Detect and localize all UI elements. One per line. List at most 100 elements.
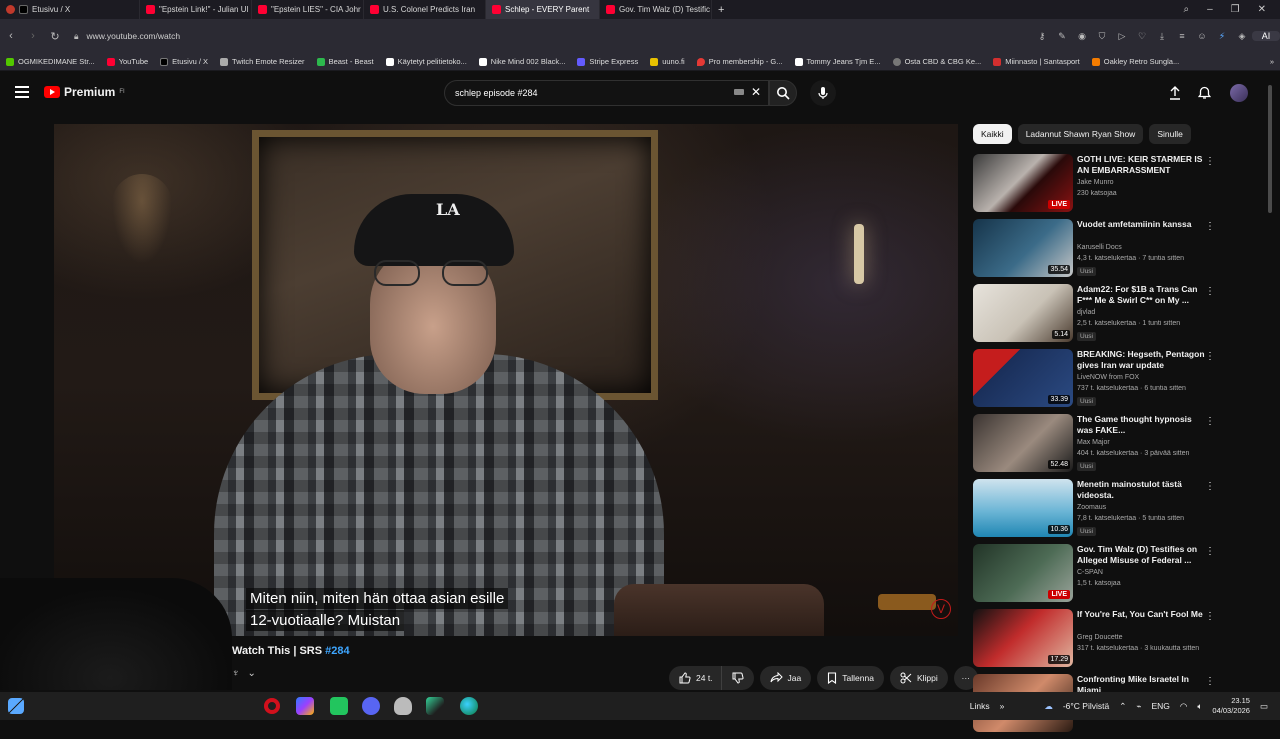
browser-tab[interactable]: Gov. Tim Walz (D) Testific bbox=[600, 0, 712, 19]
episode-hashtag[interactable]: #284 bbox=[325, 645, 349, 657]
opera-taskbar-icon[interactable] bbox=[264, 698, 280, 714]
ai-button[interactable]: AI bbox=[1252, 31, 1280, 41]
channel-name[interactable]: Karuselli Docs bbox=[1077, 244, 1122, 251]
notification-icon[interactable]: ▭ bbox=[1260, 701, 1268, 712]
bookmark[interactable]: Käytetyt pelitietoko... bbox=[380, 57, 473, 66]
channel-name[interactable]: Zoomaus bbox=[1077, 504, 1106, 511]
search-button[interactable] bbox=[769, 80, 797, 106]
video-title[interactable]: Adam22: For $1B a Trans Can F*** Me & Sw… bbox=[1077, 284, 1207, 306]
chip-for-you[interactable]: Sinulle bbox=[1149, 124, 1191, 144]
app-icon[interactable] bbox=[394, 697, 412, 715]
recommendation-item[interactable]: LIVE GOTH LIVE: KEIR STARMER IS AN EMBARR… bbox=[973, 154, 1218, 219]
channel-name[interactable]: djvlad bbox=[1077, 309, 1095, 316]
cube-icon[interactable]: ◈ bbox=[1232, 31, 1252, 42]
url-field[interactable]: 🔒︎ www.youtube.com/watch bbox=[74, 25, 994, 47]
bookmark[interactable]: Etusivu / X bbox=[154, 57, 214, 66]
menu-icon[interactable] bbox=[15, 86, 29, 98]
bookmark[interactable]: Nike Mind 002 Black... bbox=[473, 57, 572, 66]
video-thumbnail[interactable]: 52.48 bbox=[973, 414, 1073, 472]
bookmarks-overflow-icon[interactable]: » bbox=[1264, 57, 1280, 66]
minimize-icon[interactable]: – bbox=[1207, 4, 1213, 15]
recommendation-item[interactable]: LIVE Gov. Tim Walz (D) Testifies on Alleg… bbox=[973, 544, 1218, 609]
bell-icon[interactable] bbox=[1195, 84, 1213, 102]
video-player[interactable]: LA V bbox=[54, 124, 958, 636]
copilot-icon[interactable] bbox=[296, 697, 314, 715]
video-title[interactable]: If You're Fat, You Can't Fool Me bbox=[1077, 609, 1207, 620]
recommendation-item[interactable]: 52.48 The Game thought hypnosis was FAKE.… bbox=[973, 414, 1218, 479]
video-thumbnail[interactable]: 5.14 bbox=[973, 284, 1073, 342]
tab-search-icon[interactable]: ⌕ bbox=[1183, 4, 1189, 15]
more-vert-icon[interactable]: ⋮ bbox=[1205, 351, 1215, 362]
more-vert-icon[interactable]: ⋮ bbox=[1205, 676, 1215, 687]
bookmark[interactable]: Stripe Express bbox=[571, 57, 644, 66]
wifi-icon[interactable]: ◠ bbox=[1180, 701, 1187, 712]
close-window-icon[interactable]: ✕ bbox=[1258, 4, 1266, 15]
more-vert-icon[interactable]: ⋮ bbox=[1205, 481, 1215, 492]
youtube-logo[interactable]: Premium FI bbox=[44, 85, 125, 99]
bookmark[interactable]: Tommy Jeans Tjm E... bbox=[789, 57, 887, 66]
menu-list-icon[interactable]: ≡ bbox=[1172, 31, 1192, 41]
share-button[interactable]: Jaa bbox=[759, 666, 812, 690]
recommendation-item[interactable]: 33.39 BREAKING: Hegseth, Pentagon gives I… bbox=[973, 349, 1218, 414]
voice-search-button[interactable] bbox=[810, 80, 836, 106]
channel-icon[interactable]: ♆ bbox=[232, 668, 240, 679]
play-icon[interactable]: ▷ bbox=[1112, 31, 1132, 42]
search-input[interactable]: schlep episode #284 ✕ bbox=[444, 80, 769, 106]
video-thumbnail[interactable]: 10.36 bbox=[973, 479, 1073, 537]
more-vert-icon[interactable]: ⋮ bbox=[1205, 546, 1215, 557]
recommendation-item[interactable]: 10.36 Menetin mainostulot tästä videosta.… bbox=[973, 479, 1218, 544]
chevron-up-icon[interactable]: ⌃ bbox=[1119, 701, 1126, 712]
page-scrollbar[interactable] bbox=[1268, 85, 1274, 685]
video-title[interactable]: Gov. Tim Walz (D) Testifies on Alleged M… bbox=[1077, 544, 1207, 566]
channel-name[interactable]: Max Major bbox=[1077, 439, 1110, 446]
keyboard-icon[interactable] bbox=[734, 89, 744, 95]
back-icon[interactable]: ‹ bbox=[0, 30, 22, 42]
camera-icon[interactable]: ◉ bbox=[1072, 31, 1092, 42]
like-button[interactable]: 24 t. bbox=[669, 666, 722, 690]
clear-search-icon[interactable]: ✕ bbox=[751, 85, 761, 99]
video-thumbnail[interactable]: LIVE bbox=[973, 544, 1073, 602]
more-vert-icon[interactable]: ⋮ bbox=[1205, 416, 1215, 427]
channel-name[interactable]: LiveNOW from FOX bbox=[1077, 374, 1139, 381]
extension-icon[interactable]: ⚡︎ bbox=[1212, 31, 1232, 42]
video-title[interactable]: Vuodet amfetamiinin kanssa bbox=[1077, 219, 1207, 230]
heart-icon[interactable]: ♡ bbox=[1132, 31, 1152, 42]
dislike-button[interactable] bbox=[721, 666, 754, 690]
channel-name[interactable]: Jake Munro bbox=[1077, 179, 1114, 186]
video-title[interactable]: The Game thought hypnosis was FAKE... bbox=[1077, 414, 1207, 436]
chip-all[interactable]: Kaikki bbox=[973, 124, 1012, 144]
more-vert-icon[interactable]: ⋮ bbox=[1205, 221, 1215, 232]
shield-icon[interactable]: ⛉ bbox=[1092, 31, 1112, 42]
more-vert-icon[interactable]: ⋮ bbox=[1205, 611, 1215, 622]
bookmark[interactable]: Twitch Emote Resizer bbox=[214, 57, 311, 66]
channel-name[interactable]: C-SPAN bbox=[1077, 569, 1103, 576]
bookmark[interactable]: YouTube bbox=[101, 57, 154, 66]
links-overflow-icon[interactable]: » bbox=[1000, 701, 1005, 711]
chip-shawn-ryan-show[interactable]: Ladannut Shawn Ryan Show bbox=[1017, 124, 1144, 144]
video-title[interactable]: GOTH LIVE: KEIR STARMER IS AN EMBARRASSM… bbox=[1077, 154, 1207, 176]
reload-icon[interactable]: ↻ bbox=[44, 30, 66, 43]
start-icon[interactable] bbox=[8, 698, 24, 714]
bookmark[interactable]: Miinnasto | Santasport bbox=[987, 57, 1086, 66]
weather-text[interactable]: -6°C Pilvistä bbox=[1063, 701, 1109, 711]
browser-tab[interactable]: U.S. Colonel Predicts Iran bbox=[364, 0, 486, 19]
maximize-icon[interactable]: ❐ bbox=[1231, 4, 1240, 15]
video-title[interactable]: Menetin mainostulot tästä videosta. bbox=[1077, 479, 1207, 501]
volume-icon[interactable]: 🔈︎ bbox=[1197, 701, 1202, 712]
clip-button[interactable]: Klippi bbox=[889, 666, 948, 690]
chevron-down-icon[interactable]: ⌄ bbox=[248, 668, 256, 679]
links-toolbar[interactable]: Links bbox=[970, 701, 990, 711]
bookmark[interactable]: Pro membership - G... bbox=[691, 57, 789, 66]
recommendation-item[interactable]: 17.29 If You're Fat, You Can't Fool Me Gre… bbox=[973, 609, 1218, 674]
forward-icon[interactable]: › bbox=[22, 30, 44, 42]
edge-icon[interactable] bbox=[460, 697, 478, 715]
bookmark[interactable]: Beast - Beast bbox=[311, 57, 380, 66]
video-thumbnail[interactable]: 17.29 bbox=[973, 609, 1073, 667]
bookmark[interactable]: OGMIKEDIMANE Str... bbox=[0, 57, 101, 66]
opera-icon[interactable] bbox=[6, 5, 15, 14]
bookmark[interactable]: Osta CBD & CBG Ke... bbox=[887, 57, 988, 66]
download-icon[interactable]: ⤓ bbox=[1152, 31, 1172, 42]
channel-name[interactable]: Greg Doucette bbox=[1077, 634, 1123, 641]
video-title[interactable]: BREAKING: Hegseth, Pentagon gives Iran w… bbox=[1077, 349, 1207, 371]
recommendation-item[interactable]: 35.54 Vuodet amfetamiinin kanssa Karuselli… bbox=[973, 219, 1218, 284]
